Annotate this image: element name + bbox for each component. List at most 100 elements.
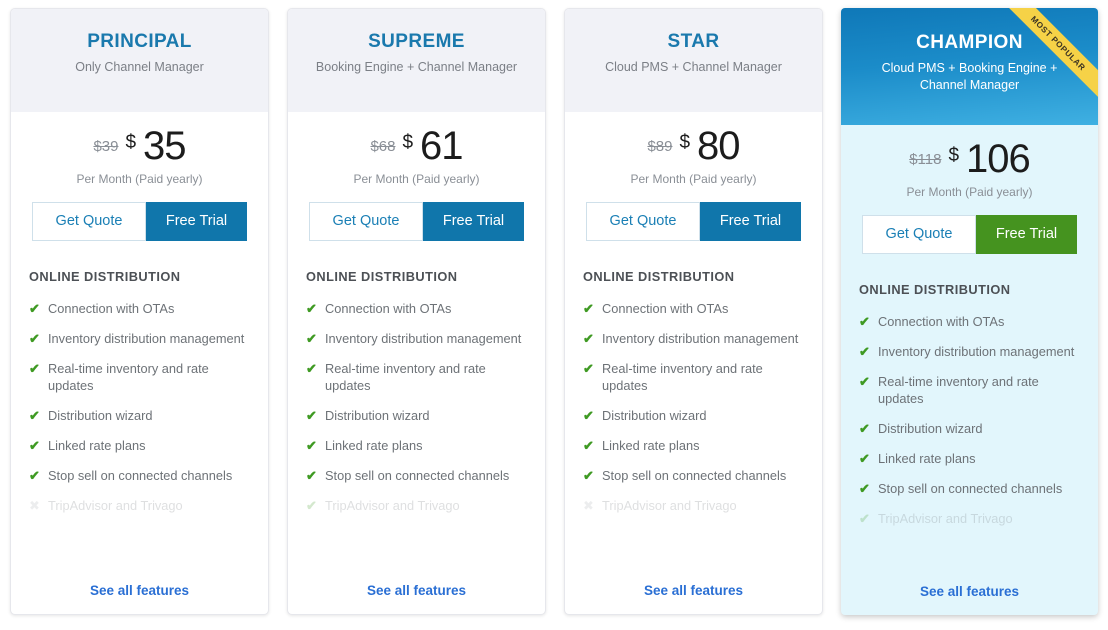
pricing-card-principal: PRINCIPAL Only Channel Manager $39 $35 Per M…: [10, 8, 269, 615]
card-header: PRINCIPAL Only Channel Manager: [11, 9, 268, 112]
feature-item: ✔ Connection with OTAs: [306, 300, 527, 317]
check-icon: ✔: [859, 451, 870, 466]
feature-item: ✔ Connection with OTAs: [29, 300, 250, 317]
check-icon: ✔: [859, 481, 870, 496]
features-section: ONLINE DISTRIBUTION ✔ Connection with OTAs…: [841, 254, 1098, 584]
check-icon: ✔: [583, 301, 594, 316]
plan-name: CHAMPION: [916, 32, 1023, 53]
check-icon: ✔: [29, 408, 40, 423]
features-fade-overlay: [288, 537, 545, 583]
price-note: Per Month (Paid yearly): [76, 172, 203, 186]
price-block: $118 $106 Per Month (Paid yearly): [841, 125, 1098, 207]
feature-item: ✔ Stop sell on connected channels: [306, 467, 527, 484]
feature-label: Connection with OTAs: [602, 301, 729, 316]
current-price: 35: [143, 124, 186, 168]
cta-row: Get Quote Free Trial: [11, 194, 268, 241]
feature-item: ✔ Distribution wizard: [583, 407, 804, 424]
old-price: $89: [647, 138, 673, 155]
plan-name: SUPREME: [368, 31, 465, 52]
pricing-card-supreme: SUPREME Booking Engine + Channel Manager $…: [287, 8, 546, 615]
feature-label: Distribution wizard: [325, 408, 430, 423]
check-icon: ✔: [306, 331, 317, 346]
see-all-features-link[interactable]: See all features: [565, 583, 822, 614]
feature-item: ✔ Connection with OTAs: [583, 300, 804, 317]
check-icon: ✔: [859, 344, 870, 359]
feature-item: ✔ Real-time inventory and rate updates: [859, 373, 1080, 407]
feature-label: Stop sell on connected channels: [602, 468, 787, 483]
currency-symbol: $: [679, 132, 691, 153]
feature-item: ✔ Real-time inventory and rate updates: [29, 360, 250, 394]
feature-label: Inventory distribution management: [602, 331, 799, 346]
feature-item: ✖ TripAdvisor and Trivago: [583, 497, 804, 514]
feature-label: Stop sell on connected channels: [48, 468, 233, 483]
price-block: $68 $61 Per Month (Paid yearly): [288, 112, 545, 194]
check-icon: ✔: [859, 511, 870, 526]
plan-subtitle: Cloud PMS + Channel Manager: [605, 60, 782, 74]
feature-label: Connection with OTAs: [878, 314, 1005, 329]
free-trial-button[interactable]: Free Trial: [146, 202, 247, 241]
features-heading: ONLINE DISTRIBUTION: [29, 269, 181, 284]
free-trial-button[interactable]: Free Trial: [976, 215, 1077, 254]
get-quote-button[interactable]: Get Quote: [862, 215, 976, 254]
feature-label: Stop sell on connected channels: [325, 468, 510, 483]
check-icon: ✔: [583, 438, 594, 453]
feature-item: ✔ Distribution wizard: [859, 420, 1080, 437]
feature-item: ✔ Stop sell on connected channels: [29, 467, 250, 484]
check-icon: ✔: [29, 331, 40, 346]
see-all-features-link[interactable]: See all features: [288, 583, 545, 614]
feature-label: TripAdvisor and Trivago: [48, 498, 183, 513]
pricing-page: PRINCIPAL Only Channel Manager $39 $35 Per M…: [0, 0, 1108, 630]
current-price: 61: [420, 124, 463, 168]
check-icon: ✔: [306, 361, 317, 376]
currency-symbol: $: [948, 145, 960, 166]
feature-item: ✔ Linked rate plans: [583, 437, 804, 454]
feature-item: ✔ Linked rate plans: [859, 450, 1080, 467]
price-note: Per Month (Paid yearly): [630, 172, 757, 186]
price-block: $39 $35 Per Month (Paid yearly): [11, 112, 268, 194]
check-icon: ✔: [29, 301, 40, 316]
feature-label: Real-time inventory and rate updates: [878, 374, 1039, 406]
check-icon: ✔: [859, 421, 870, 436]
get-quote-button[interactable]: Get Quote: [309, 202, 423, 241]
cross-icon: ✖: [29, 498, 40, 513]
check-icon: ✔: [306, 408, 317, 423]
price-row: $89 $80: [575, 126, 812, 166]
features-section: ONLINE DISTRIBUTION ✔ Connection with OTAs…: [288, 241, 545, 583]
free-trial-button[interactable]: Free Trial: [700, 202, 801, 241]
current-price: 80: [697, 124, 740, 168]
feature-label: Connection with OTAs: [325, 301, 452, 316]
feature-item: ✔ Inventory distribution management: [583, 330, 804, 347]
features-section: ONLINE DISTRIBUTION ✔ Connection with OTAs…: [11, 241, 268, 583]
check-icon: ✔: [859, 314, 870, 329]
cta-row: Get Quote Free Trial: [565, 194, 822, 241]
cross-icon: ✖: [583, 498, 594, 513]
see-all-features-link[interactable]: See all features: [11, 583, 268, 614]
check-icon: ✔: [306, 301, 317, 316]
free-trial-button[interactable]: Free Trial: [423, 202, 524, 241]
check-icon: ✔: [583, 361, 594, 376]
currency-symbol: $: [125, 132, 137, 153]
check-icon: ✔: [859, 374, 870, 389]
check-icon: ✔: [29, 438, 40, 453]
feature-item: ✔ Linked rate plans: [306, 437, 527, 454]
feature-item: ✔ TripAdvisor and Trivago: [306, 497, 527, 514]
feature-label: Distribution wizard: [878, 421, 983, 436]
plan-subtitle: Booking Engine + Channel Manager: [315, 60, 518, 74]
check-icon: ✔: [583, 468, 594, 483]
feature-label: Linked rate plans: [878, 451, 976, 466]
check-icon: ✔: [583, 331, 594, 346]
plan-name: STAR: [667, 31, 720, 52]
features-section: ONLINE DISTRIBUTION ✔ Connection with OTAs…: [565, 241, 822, 583]
get-quote-button[interactable]: Get Quote: [586, 202, 700, 241]
features-fade-overlay: [841, 538, 1098, 584]
old-price: $118: [909, 151, 942, 168]
plan-name: PRINCIPAL: [87, 31, 192, 52]
feature-item: ✖ TripAdvisor and Trivago: [29, 497, 250, 514]
see-all-features-link[interactable]: See all features: [841, 584, 1098, 615]
card-header: STAR Cloud PMS + Channel Manager: [565, 9, 822, 112]
feature-label: TripAdvisor and Trivago: [602, 498, 737, 513]
features-heading: ONLINE DISTRIBUTION: [859, 282, 1011, 297]
get-quote-button[interactable]: Get Quote: [32, 202, 146, 241]
price-note: Per Month (Paid yearly): [906, 185, 1033, 199]
feature-label: TripAdvisor and Trivago: [325, 498, 460, 513]
